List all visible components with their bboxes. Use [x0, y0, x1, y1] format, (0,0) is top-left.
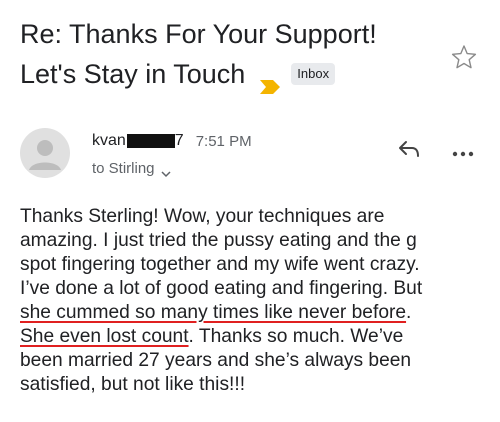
avatar-icon[interactable] [20, 128, 70, 178]
more-options-icon[interactable] [452, 145, 474, 157]
body-line: Thanks Sterling! Wow, your techniques ar… [20, 206, 385, 227]
email-subject: Re: Thanks For Your Support! Let's Stay … [20, 14, 440, 94]
body-line: amazing. I just tried the pussy eating a… [20, 230, 417, 251]
body-line: I’ve done a lot of good eating and finge… [20, 278, 423, 299]
body-line-6: She even lost count. Thanks so much. We’… [20, 325, 490, 349]
recipient-details-toggle[interactable]: to Stirling [92, 160, 171, 177]
body-line: been married 27 years and she’s always b… [20, 350, 412, 371]
reply-icon[interactable] [398, 140, 420, 158]
email-body: Thanks Sterling! Wow, your techniques ar… [20, 205, 490, 397]
body-text-fragment: . [406, 302, 412, 323]
subject-line-1: Re: Thanks For Your Support! [20, 19, 377, 49]
underlined-text: She even lost count [20, 326, 189, 347]
subject-line-2-row: Let's Stay in Touch Inbox [20, 54, 440, 94]
inbox-label-badge[interactable]: Inbox [291, 63, 336, 85]
sender-name: kvan [92, 132, 126, 149]
chevron-down-icon [161, 165, 171, 177]
body-line-5: she cummed so many times like never befo… [20, 301, 490, 325]
body-line: satisfied, but not like this!!! [20, 374, 246, 395]
sender-name-suffix: 7 [174, 132, 184, 149]
sent-time: 7:51 PM [195, 132, 252, 150]
subject-line-2: Let's Stay in Touch [20, 59, 246, 89]
redaction-bar [126, 134, 175, 148]
recipient-text: to Stirling [92, 160, 155, 177]
body-text-fragment: . Thanks so much. We’ve [188, 326, 404, 347]
body-line: spot fingering together and my wife went… [20, 254, 420, 275]
sender-row[interactable]: kvan 7 7:51 PM [92, 130, 252, 152]
important-marker-icon[interactable] [259, 66, 281, 94]
star-icon[interactable] [451, 44, 477, 70]
underlined-text: she cummed so many times like never befo… [20, 302, 407, 323]
